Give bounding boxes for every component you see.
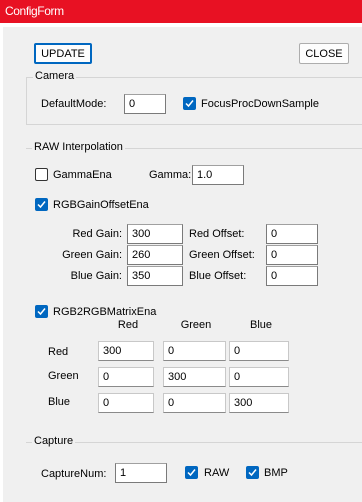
checkmark-icon — [37, 201, 46, 209]
matrix-col-header: Blue — [249, 319, 273, 331]
matrix-cell[interactable]: 300 — [229, 393, 289, 413]
title-bar: ConfigForm — [0, 0, 362, 23]
matrix-row-header: Blue — [48, 396, 71, 408]
matrix-cell[interactable]: 0 — [163, 393, 226, 413]
capture-group-legend: Capture — [32, 435, 76, 447]
rgb-gain-offset-checkbox[interactable] — [35, 198, 48, 211]
blue-offset-input[interactable]: 0 — [266, 266, 318, 286]
matrix-cell[interactable]: 0 — [163, 341, 226, 361]
blue-gain-input[interactable]: 350 — [127, 266, 183, 286]
default-mode-label: DefaultMode: — [41, 98, 107, 110]
bmp-capture-checkbox[interactable] — [246, 466, 259, 479]
matrix-cell[interactable]: 300 — [163, 367, 226, 387]
matrix-row-header: Green — [48, 370, 79, 382]
gamma-ena-checkbox[interactable] — [35, 168, 48, 181]
matrix-cell[interactable]: 0 — [229, 341, 289, 361]
green-offset-input[interactable]: 0 — [266, 245, 318, 265]
gamma-ena-label: GammaEna — [53, 169, 112, 181]
update-button[interactable]: UPDATE — [34, 43, 92, 64]
default-mode-input[interactable]: 0 — [124, 94, 166, 114]
red-gain-input[interactable]: 300 — [127, 224, 183, 244]
checkmark-icon — [187, 469, 196, 477]
rgb2rgb-matrix-label: RGB2RGBMatrixEna — [53, 306, 157, 318]
matrix-cell[interactable]: 0 — [229, 367, 289, 387]
matrix-col-header: Red — [117, 319, 139, 331]
rgb-gain-offset-label: RGBGainOffsetEna — [53, 199, 149, 211]
green-gain-label: Green Gain: — [62, 249, 122, 261]
rgb2rgb-matrix-checkbox[interactable] — [35, 305, 48, 318]
matrix-cell[interactable]: 300 — [98, 341, 154, 361]
blue-gain-label: Blue Gain: — [70, 270, 122, 282]
raw-capture-label: RAW — [204, 467, 230, 479]
checkmark-icon — [185, 100, 194, 108]
red-offset-input[interactable]: 0 — [266, 224, 318, 244]
gamma-label: Gamma: — [149, 169, 192, 181]
window-title: ConfigForm — [5, 4, 64, 18]
red-offset-label: Red Offset: — [189, 228, 245, 240]
raw-interpolation-legend: RAW Interpolation — [32, 141, 125, 153]
matrix-cell[interactable]: 0 — [98, 393, 154, 413]
checkmark-icon — [37, 308, 46, 316]
green-gain-input[interactable]: 260 — [127, 245, 183, 265]
matrix-cell[interactable]: 0 — [98, 367, 154, 387]
green-offset-label: Green Offset: — [189, 249, 255, 261]
capture-num-label: CaptureNum: — [41, 468, 107, 480]
bmp-capture-label: BMP — [264, 467, 288, 479]
blue-offset-label: Blue Offset: — [189, 270, 247, 282]
gamma-input[interactable]: 1.0 — [192, 165, 244, 185]
matrix-col-header: Green — [180, 319, 212, 331]
focus-proc-down-sample-label: FocusProcDownSample — [201, 98, 319, 110]
red-gain-label: Red Gain: — [72, 228, 122, 240]
close-button[interactable]: CLOSE — [299, 43, 349, 64]
matrix-row-header: Red — [48, 346, 69, 358]
raw-capture-checkbox[interactable] — [185, 466, 198, 479]
camera-group-legend: Camera — [33, 70, 77, 82]
form-client-area: UPDATE CLOSE Camera DefaultMode: 0 Focus… — [3, 27, 362, 502]
focus-proc-down-sample-checkbox[interactable] — [183, 97, 196, 110]
capture-num-input[interactable]: 1 — [115, 463, 167, 483]
checkmark-icon — [248, 469, 257, 477]
